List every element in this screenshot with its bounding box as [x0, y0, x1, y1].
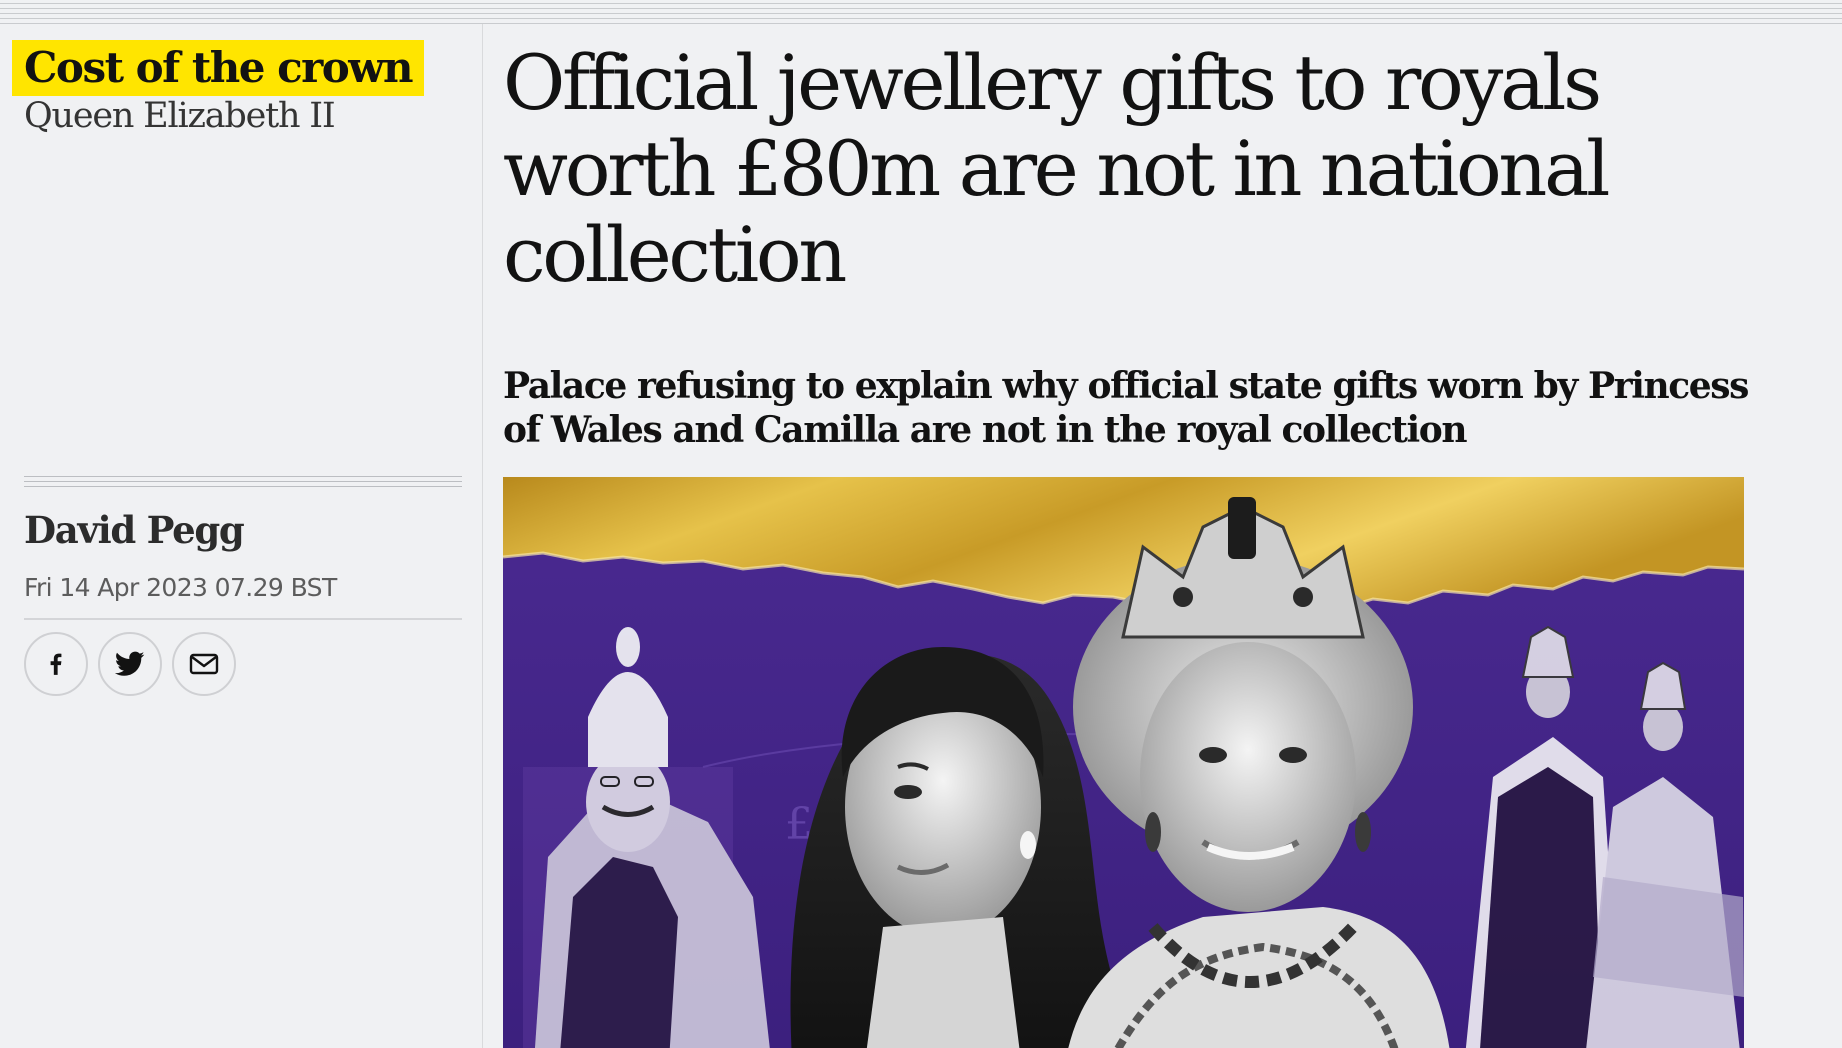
- publish-dateline: Fri 14 Apr 2023 07.29 BST: [24, 573, 337, 602]
- email-icon: [189, 653, 219, 675]
- facebook-icon: [50, 653, 62, 675]
- series-subtitle-link[interactable]: Queen Elizabeth II: [24, 94, 336, 138]
- twitter-icon: [115, 651, 145, 676]
- hero-collage: £: [503, 477, 1744, 1048]
- author-byline-link[interactable]: David Pegg: [24, 506, 245, 554]
- share-email-button[interactable]: [172, 632, 236, 696]
- series-kicker-link[interactable]: Cost of the crown: [12, 40, 424, 96]
- meta-divider: [24, 618, 462, 620]
- article-standfirst: Palace refusing to explain why official …: [503, 365, 1749, 451]
- top-rules: [0, 0, 1842, 24]
- article-headline: Official jewellery gifts to royals worth…: [503, 38, 1610, 299]
- share-facebook-button[interactable]: [24, 632, 88, 696]
- article-page: Cost of the crown Queen Elizabeth II Dav…: [0, 0, 1842, 1048]
- meta-rules: [24, 476, 462, 488]
- share-twitter-button[interactable]: [98, 632, 162, 696]
- article-main-column: Official jewellery gifts to royals worth…: [483, 24, 1842, 1048]
- hero-image[interactable]: £: [503, 477, 1744, 1048]
- article-meta-column: Cost of the crown Queen Elizabeth II Dav…: [0, 24, 483, 1048]
